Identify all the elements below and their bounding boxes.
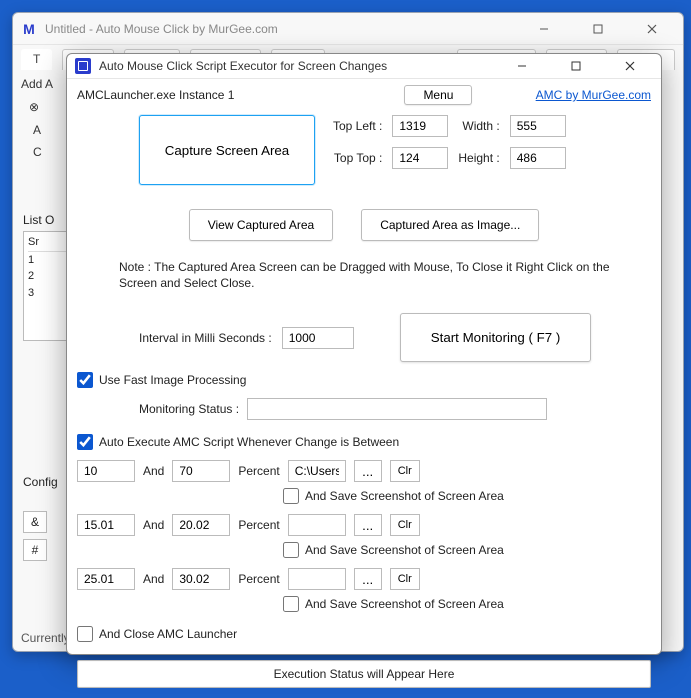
view-captured-area-button[interactable]: View Captured Area xyxy=(189,209,334,241)
app-icon xyxy=(75,58,91,74)
close-launcher-label: And Close AMC Launcher xyxy=(99,627,237,641)
top-left-label: Top Left : xyxy=(333,119,382,133)
path-input-1[interactable] xyxy=(288,460,346,482)
config-label: Config xyxy=(23,475,58,489)
captured-area-image-button[interactable]: Captured Area as Image... xyxy=(361,209,539,241)
width-input[interactable] xyxy=(510,115,566,137)
auto-execute-checkbox[interactable] xyxy=(77,434,93,450)
hash-button[interactable]: # xyxy=(23,539,47,561)
browse-button-2[interactable]: ... xyxy=(354,514,382,536)
top-top-label: Top Top : xyxy=(333,151,382,165)
save-screenshot-checkbox-1[interactable] xyxy=(283,488,299,504)
tab-t[interactable]: T xyxy=(21,49,52,70)
percent-label: Percent xyxy=(238,572,279,586)
note-text: Note : The Captured Area Screen can be D… xyxy=(119,259,613,291)
and-label: And xyxy=(143,572,164,586)
clear-button-3[interactable]: Clr xyxy=(390,568,420,590)
child-titlebar: Auto Mouse Click Script Executor for Scr… xyxy=(67,54,661,79)
parent-maximize-button[interactable] xyxy=(575,17,621,41)
and-label: And xyxy=(143,464,164,478)
c-label: C xyxy=(33,141,42,164)
percent-label: Percent xyxy=(238,518,279,532)
fast-image-checkbox[interactable] xyxy=(77,372,93,388)
top-top-input[interactable] xyxy=(392,147,448,169)
clear-button-1[interactable]: Clr xyxy=(390,460,420,482)
from-input-1[interactable] xyxy=(77,460,135,482)
save-screenshot-label: And Save Screenshot of Screen Area xyxy=(305,489,504,503)
from-input-2[interactable] xyxy=(77,514,135,536)
murgee-link[interactable]: AMC by MurGee.com xyxy=(536,88,651,102)
list-label: List O xyxy=(23,213,54,227)
close-launcher-checkbox[interactable] xyxy=(77,626,93,642)
parent-toolbar-left: Add A ⊗X A C xyxy=(21,73,53,164)
save-screenshot-label: And Save Screenshot of Screen Area xyxy=(305,543,504,557)
execution-status: Execution Status will Appear Here xyxy=(77,660,651,688)
parent-titlebar: M Untitled - Auto Mouse Click by MurGee.… xyxy=(13,13,683,45)
parent-small-buttons: & # xyxy=(23,511,47,561)
add-label: Add A xyxy=(21,73,53,96)
save-screenshot-checkbox-2[interactable] xyxy=(283,542,299,558)
save-screenshot-checkbox-3[interactable] xyxy=(283,596,299,612)
and-label: And xyxy=(143,518,164,532)
to-input-1[interactable] xyxy=(172,460,230,482)
percent-label: Percent xyxy=(238,464,279,478)
parent-title: Untitled - Auto Mouse Click by MurGee.co… xyxy=(45,22,278,36)
start-monitoring-button[interactable]: Start Monitoring ( F7 ) xyxy=(400,313,592,362)
auto-execute-label: Auto Execute AMC Script Whenever Change … xyxy=(99,435,399,449)
amp-button[interactable]: & xyxy=(23,511,47,533)
height-input[interactable] xyxy=(510,147,566,169)
capture-label: Capture Screen Area xyxy=(165,143,289,158)
height-label: Height : xyxy=(458,151,499,165)
a-label: A xyxy=(33,119,41,142)
monitoring-status-label: Monitoring Status : xyxy=(139,402,239,416)
app-logo-icon: M xyxy=(21,21,37,37)
list-item[interactable]: 1 xyxy=(28,252,68,269)
parent-minimize-button[interactable] xyxy=(521,17,567,41)
browse-button-3[interactable]: ... xyxy=(354,568,382,590)
path-input-2[interactable] xyxy=(288,514,346,536)
child-title: Auto Mouse Click Script Executor for Scr… xyxy=(99,59,387,73)
interval-input[interactable] xyxy=(282,327,354,349)
capture-screen-area-button[interactable]: Capture Screen Area xyxy=(139,115,315,185)
instance-label: AMCLauncher.exe Instance 1 xyxy=(77,88,234,102)
child-minimize-button[interactable] xyxy=(499,54,545,78)
save-screenshot-label: And Save Screenshot of Screen Area xyxy=(305,597,504,611)
fast-image-label: Use Fast Image Processing xyxy=(99,373,246,387)
browse-button-1[interactable]: ... xyxy=(354,460,382,482)
to-input-3[interactable] xyxy=(172,568,230,590)
list-item[interactable]: 2 xyxy=(28,268,68,285)
child-window: Auto Mouse Click Script Executor for Scr… xyxy=(66,53,662,655)
from-input-3[interactable] xyxy=(77,568,135,590)
child-maximize-button[interactable] xyxy=(553,54,599,78)
list-item[interactable]: 3 xyxy=(28,285,68,302)
list-header: Sr xyxy=(28,234,68,252)
top-left-input[interactable] xyxy=(392,115,448,137)
coords-grid: Top Left : Width : Top Top : Height : xyxy=(333,115,566,169)
path-input-3[interactable] xyxy=(288,568,346,590)
menu-button[interactable]: Menu xyxy=(404,85,472,105)
x-icon: ⊗ xyxy=(29,96,39,119)
to-input-2[interactable] xyxy=(172,514,230,536)
parent-status: Currently xyxy=(21,631,70,645)
parent-close-button[interactable] xyxy=(629,17,675,41)
monitoring-status-field[interactable] xyxy=(247,398,547,420)
clear-button-2[interactable]: Clr xyxy=(390,514,420,536)
child-close-button[interactable] xyxy=(607,54,653,78)
interval-label: Interval in Milli Seconds : xyxy=(139,331,272,345)
width-label: Width : xyxy=(458,119,499,133)
